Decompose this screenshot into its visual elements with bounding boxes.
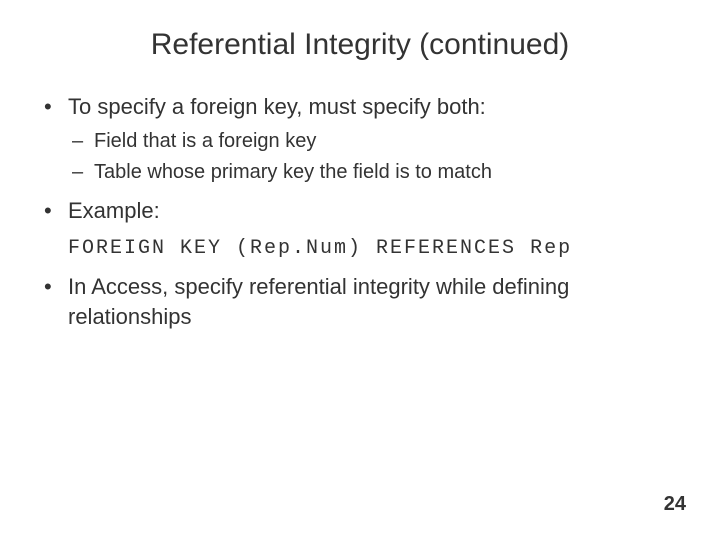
- sub-bullet-text: Table whose primary key the field is to …: [94, 161, 492, 183]
- list-item: Table whose primary key the field is to …: [68, 159, 680, 186]
- sub-bullet-list: Field that is a foreign key Table whose …: [68, 128, 680, 186]
- list-item: In Access, specify referential integrity…: [40, 272, 680, 331]
- slide: Referential Integrity (continued) To spe…: [0, 0, 720, 540]
- page-title: Referential Integrity (continued): [0, 0, 720, 72]
- bullet-text: Example:: [68, 198, 160, 223]
- list-item: To specify a foreign key, must specify b…: [40, 92, 680, 186]
- bullet-text: In Access, specify referential integrity…: [68, 274, 569, 329]
- slide-body: To specify a foreign key, must specify b…: [0, 72, 720, 332]
- code-example: FOREIGN KEY (Rep.Num) REFERENCES Rep: [40, 235, 680, 262]
- list-item: Example:: [40, 196, 680, 226]
- sub-bullet-text: Field that is a foreign key: [94, 130, 316, 152]
- bullet-list: To specify a foreign key, must specify b…: [40, 92, 680, 332]
- bullet-text: To specify a foreign key, must specify b…: [68, 94, 486, 119]
- page-number: 24: [664, 493, 686, 516]
- list-item: Field that is a foreign key: [68, 128, 680, 155]
